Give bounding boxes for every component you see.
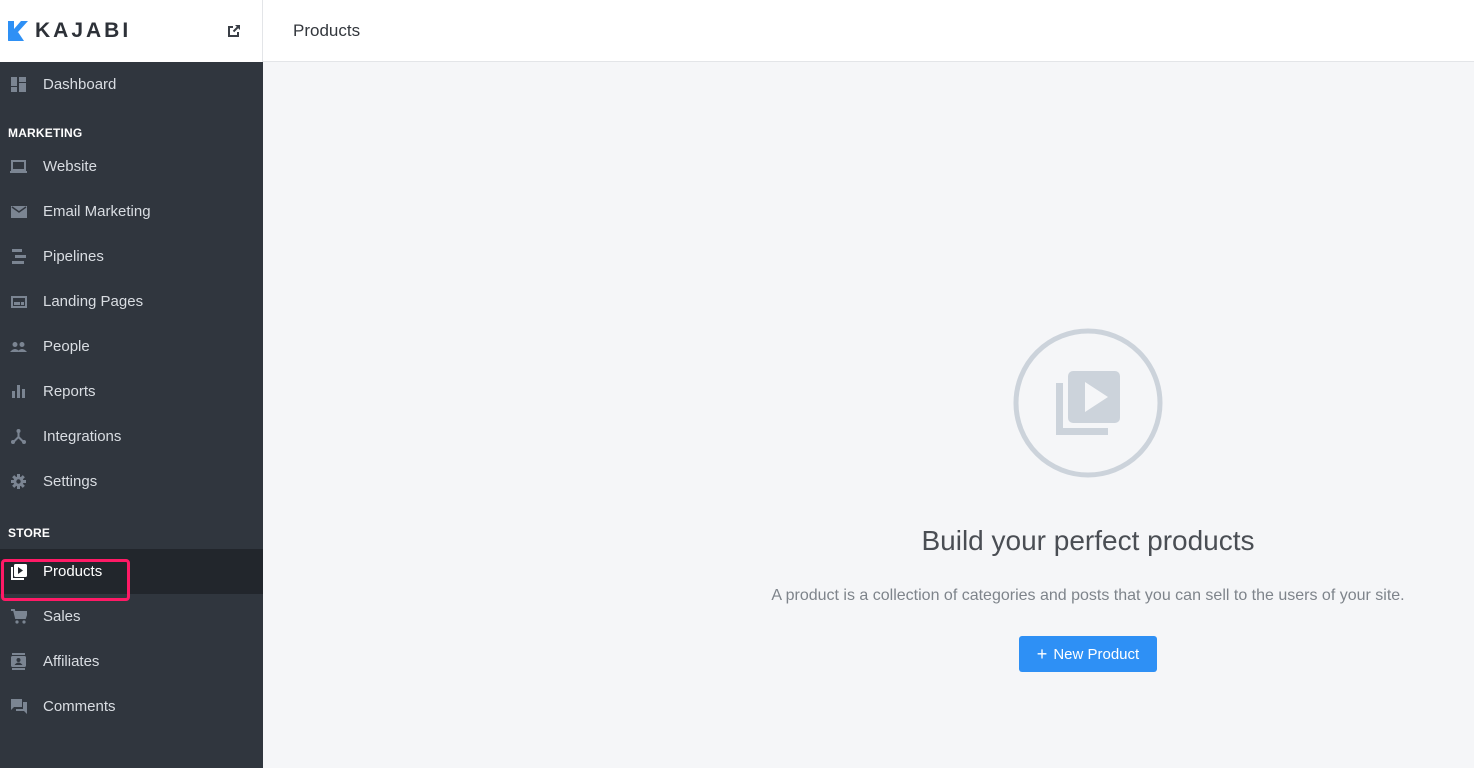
sidebar-item-label: People	[43, 338, 90, 355]
dashboard-icon	[10, 76, 27, 93]
sidebar-item-label: Integrations	[43, 428, 122, 445]
brand-bar: KAJABI	[0, 0, 263, 62]
top-bar: Products	[263, 0, 1474, 62]
section-store: STORE	[8, 526, 51, 540]
sidebar-item-pipelines[interactable]: Pipelines	[0, 234, 263, 279]
page-title: Products	[293, 20, 361, 40]
bar-chart-icon	[10, 383, 27, 400]
comments-icon	[10, 698, 27, 715]
kajabi-logo-icon	[8, 21, 28, 41]
video-library-icon	[1013, 328, 1163, 478]
sidebar-item-label: Sales	[43, 608, 81, 625]
sidebar-item-reports[interactable]: Reports	[0, 369, 263, 414]
mail-icon	[10, 203, 27, 220]
pipelines-icon	[10, 248, 27, 265]
sidebar-item-website[interactable]: Website	[0, 144, 263, 189]
empty-state-title: Build your perfect products	[921, 525, 1255, 556]
landing-page-icon	[10, 293, 27, 310]
sidebar-item-label: Website	[43, 158, 97, 175]
sidebar-item-label: Reports	[43, 383, 96, 400]
plus-icon: +	[1036, 643, 1048, 664]
section-marketing: MARKETING	[8, 126, 83, 140]
sidebar: KAJABI Dashboard MARKETING Website Email…	[0, 0, 263, 768]
sidebar-item-label: Comments	[43, 698, 116, 715]
sidebar-item-settings[interactable]: Settings	[0, 459, 263, 504]
sidebar-item-products[interactable]: Products	[0, 549, 263, 594]
sidebar-item-label: Pipelines	[43, 248, 104, 265]
sidebar-item-label: Affiliates	[43, 653, 100, 670]
external-link-icon[interactable]	[226, 23, 242, 39]
sidebar-item-integrations[interactable]: Integrations	[0, 414, 263, 459]
sidebar-item-sales[interactable]: Sales	[0, 594, 263, 639]
video-library-icon	[10, 563, 27, 580]
gear-icon	[10, 473, 27, 490]
cart-icon	[10, 608, 27, 625]
new-product-button[interactable]: + New Product	[1019, 636, 1157, 672]
empty-state-description: A product is a collection of categories …	[771, 587, 1405, 604]
badge-icon	[10, 653, 27, 670]
new-product-button-label: New Product	[1053, 645, 1140, 663]
sidebar-item-label: Settings	[43, 473, 98, 490]
sidebar-item-label: Landing Pages	[43, 293, 144, 310]
integrations-icon	[10, 428, 27, 445]
people-icon	[10, 338, 27, 355]
sidebar-item-label: Dashboard	[43, 76, 117, 93]
sidebar-item-label: Email Marketing	[43, 203, 151, 220]
laptop-icon	[10, 158, 27, 175]
sidebar-item-people[interactable]: People	[0, 324, 263, 369]
brand-name: KAJABI	[35, 19, 132, 42]
sidebar-item-email-marketing[interactable]: Email Marketing	[0, 189, 263, 234]
sidebar-item-landing-pages[interactable]: Landing Pages	[0, 279, 263, 324]
sidebar-item-label: Products	[43, 563, 103, 580]
sidebar-item-affiliates[interactable]: Affiliates	[0, 639, 263, 684]
sidebar-item-comments[interactable]: Comments	[0, 684, 263, 729]
kajabi-logo[interactable]: KAJABI	[8, 19, 131, 43]
empty-state: Build your perfect products A product is…	[740, 328, 1436, 672]
sidebar-item-dashboard[interactable]: Dashboard	[0, 62, 263, 107]
